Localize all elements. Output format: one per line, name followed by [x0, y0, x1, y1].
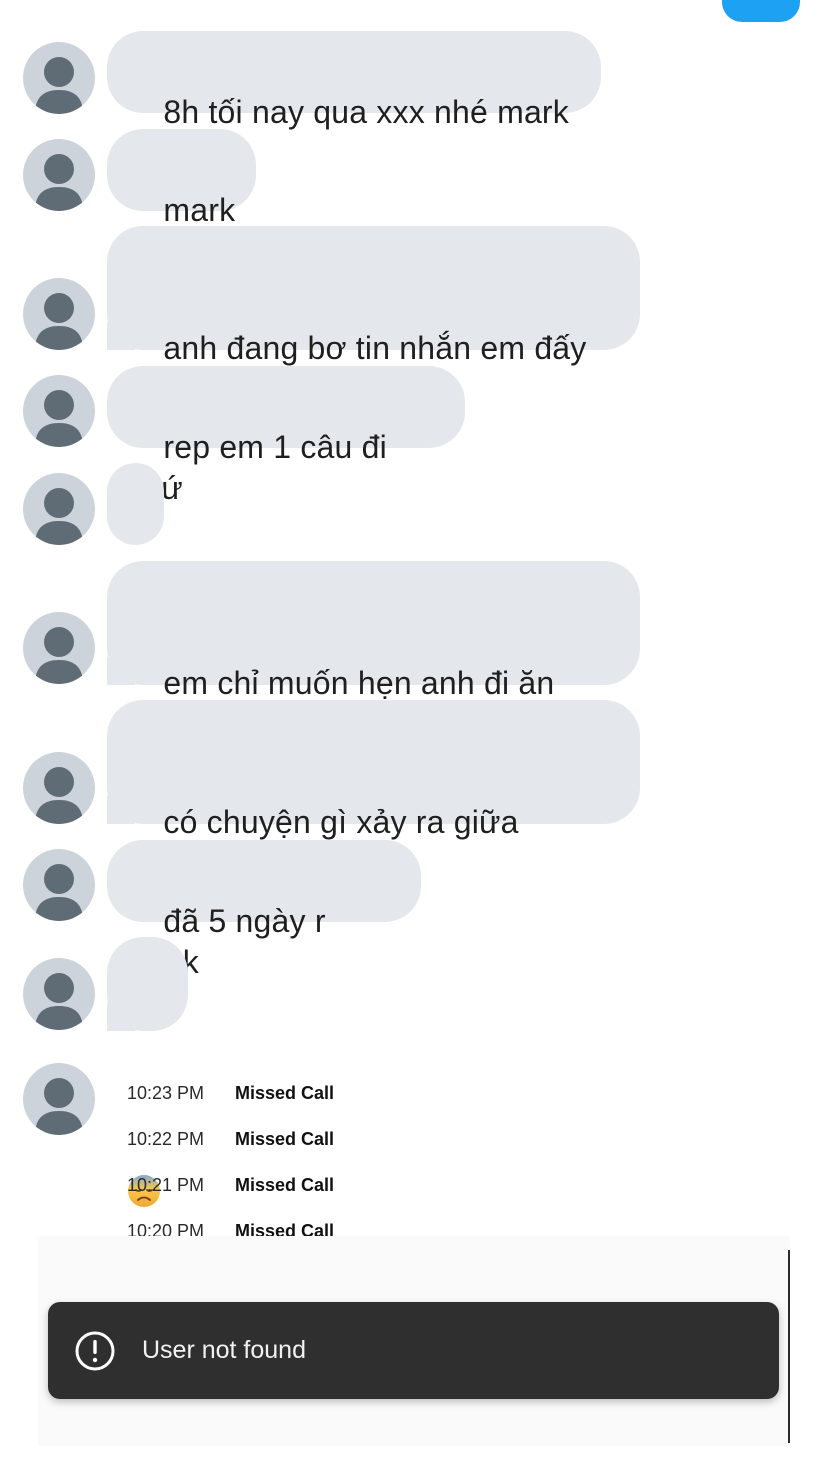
message-bubble[interactable]: đã 5 ngày r mark: [107, 840, 421, 980]
message-bubble[interactable]: em chỉ muốn hẹn anh đi ăn thôi mà: [107, 561, 640, 742]
call-label: Missed Call: [235, 1082, 335, 1103]
avatar[interactable]: [23, 473, 95, 545]
call-time: 10:21 PM: [127, 1174, 205, 1195]
exclamation-circle-icon: [74, 1330, 116, 1372]
missed-call-list: 10:23 PM Missed Call 10:22 PM Missed Cal…: [127, 1070, 334, 1254]
missed-call-item[interactable]: 10:21 PM Missed Call: [127, 1162, 334, 1208]
avatar[interactable]: [23, 42, 95, 114]
message-text: 8h tối nay qua xxx nhé mark: [163, 94, 569, 130]
missed-call-item[interactable]: 10:23 PM Missed Call: [127, 1070, 334, 1116]
bubble-tail: [107, 1003, 135, 1031]
avatar[interactable]: [23, 278, 95, 350]
message-bubble[interactable]: rep em 1 câu đi chứ: [107, 366, 465, 506]
sent-message-bubble[interactable]: [722, 0, 800, 22]
call-time: 10:22 PM: [127, 1128, 205, 1149]
avatar[interactable]: [23, 375, 95, 447]
avatar[interactable]: [23, 612, 95, 684]
avatar[interactable]: [23, 958, 95, 1030]
scroll-indicator[interactable]: [788, 1250, 790, 1443]
bubble-tail: [107, 796, 135, 824]
avatar[interactable]: [23, 752, 95, 824]
user-silhouette-icon: [35, 767, 83, 824]
message-bubble[interactable]: có chuyện gì xảy ra giữa chúng ta vậy: [107, 700, 640, 881]
user-silhouette-icon: [35, 973, 83, 1030]
user-silhouette-icon: [35, 627, 83, 684]
call-label: Missed Call: [235, 1128, 335, 1149]
message-bubble[interactable]: anh đang bơ tin nhắn em đấy à ?: [107, 226, 640, 407]
message-bubble[interactable]: mark ?: [107, 129, 256, 269]
user-silhouette-icon: [35, 864, 83, 921]
user-silhouette-icon: [35, 154, 83, 211]
avatar[interactable]: [23, 139, 95, 211]
call-label: Missed Call: [235, 1174, 335, 1195]
message-bubble[interactable]: 8h tối nay qua xxx nhé mark: [107, 31, 601, 130]
toast-message: User not found: [142, 1336, 306, 1364]
bubble-tail: [107, 322, 135, 350]
missed-call-item[interactable]: 10:22 PM Missed Call: [127, 1116, 334, 1162]
error-toast[interactable]: User not found: [48, 1302, 779, 1399]
message-text: rep em 1 câu đi chứ: [127, 429, 387, 506]
avatar[interactable]: [23, 1063, 95, 1135]
user-silhouette-icon: [35, 57, 83, 114]
user-silhouette-icon: [35, 488, 83, 545]
message-bubble[interactable]: ?: [107, 463, 164, 603]
avatar[interactable]: [23, 849, 95, 921]
call-time: 10:23 PM: [127, 1082, 205, 1103]
user-silhouette-icon: [35, 293, 83, 350]
user-silhouette-icon: [35, 390, 83, 447]
message-bubble[interactable]: [107, 937, 188, 1207]
user-silhouette-icon: [35, 1078, 83, 1135]
bubble-tail: [107, 657, 135, 685]
